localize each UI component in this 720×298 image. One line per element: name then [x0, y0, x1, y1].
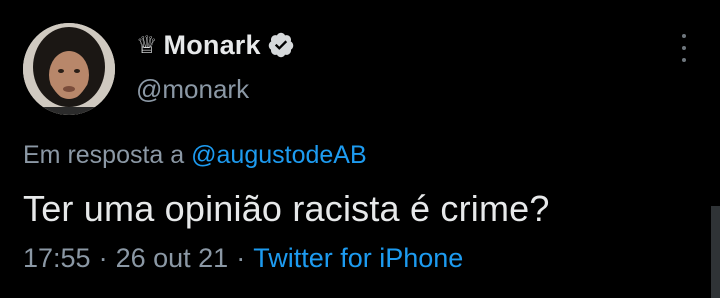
reply-context: Em resposta a @augustodeAB — [23, 141, 367, 170]
author-name-row[interactable]: ♕ Monark — [136, 27, 295, 63]
separator: · — [236, 243, 246, 273]
tweet-card: ♕ Monark @monark Em resposta a @augustod… — [0, 0, 720, 298]
tweet-text: Ter uma opinião racista é crime? — [23, 188, 550, 229]
more-options-icon[interactable] — [676, 34, 692, 62]
more-dot — [682, 34, 686, 38]
reply-mention-link[interactable]: @augustodeAB — [191, 141, 367, 169]
more-dot — [682, 46, 686, 50]
avatar[interactable] — [23, 23, 115, 115]
tweet-date[interactable]: 26 out 21 — [116, 243, 229, 273]
display-name[interactable]: Monark — [164, 30, 261, 61]
crown-icon: ♕ — [136, 31, 158, 59]
verified-badge-icon — [268, 32, 293, 58]
avatar-image — [23, 23, 115, 115]
author-handle[interactable]: @monark — [136, 74, 249, 105]
separator: · — [98, 243, 108, 273]
tweet-time[interactable]: 17:55 — [23, 243, 91, 273]
tweet-source-link[interactable]: Twitter for iPhone — [253, 243, 463, 273]
scrollbar[interactable] — [711, 206, 720, 298]
reply-prefix: Em resposta a — [23, 141, 185, 169]
tweet-metadata: 17:55 · 26 out 21 · Twitter for iPhone — [23, 243, 463, 274]
more-dot — [682, 58, 686, 62]
